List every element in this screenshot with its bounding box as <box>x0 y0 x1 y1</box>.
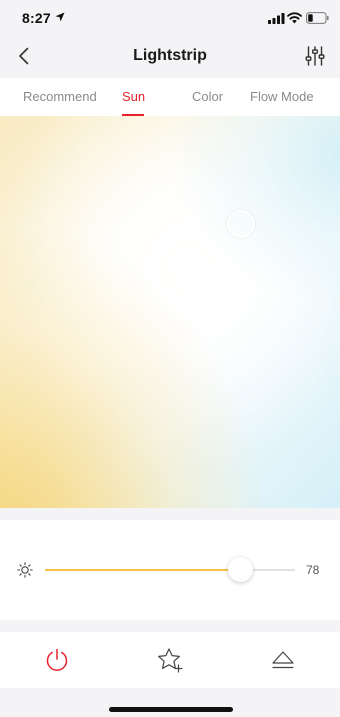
color-temperature-picker[interactable] <box>0 116 340 508</box>
brightness-slider[interactable] <box>45 557 295 582</box>
mode-tabs: Recommend Sun Color Flow Mode <box>0 78 340 116</box>
location-arrow-icon <box>55 12 65 22</box>
sliders-icon[interactable] <box>304 45 326 67</box>
eject-icon[interactable] <box>270 648 296 672</box>
battery-icon <box>306 12 329 24</box>
tab-sun[interactable]: Sun <box>122 89 145 104</box>
bottom-action-bar <box>0 632 340 688</box>
picker-handle[interactable] <box>227 210 255 238</box>
brightness-slider-thumb[interactable] <box>228 557 253 582</box>
sun-icon <box>17 562 33 578</box>
tab-color[interactable]: Color <box>192 89 223 104</box>
power-icon[interactable] <box>44 647 70 673</box>
status-time: 8:27 <box>22 10 51 26</box>
tab-flow-mode[interactable]: Flow Mode <box>250 89 314 104</box>
brightness-slider-fill <box>45 569 240 571</box>
tab-recommend[interactable]: Recommend <box>23 89 97 104</box>
page-title: Lightstrip <box>133 47 207 64</box>
brightness-value: 78 <box>306 563 320 577</box>
favorite-add-icon[interactable] <box>156 647 184 673</box>
chevron-left-icon[interactable] <box>14 45 36 67</box>
nav-bar: Lightstrip <box>0 36 340 78</box>
status-bar: 8:27 <box>0 0 340 36</box>
wifi-icon <box>287 12 302 24</box>
cellular-signal-icon <box>268 13 285 24</box>
brightness-panel: 78 <box>0 520 340 620</box>
home-indicator <box>109 707 233 712</box>
